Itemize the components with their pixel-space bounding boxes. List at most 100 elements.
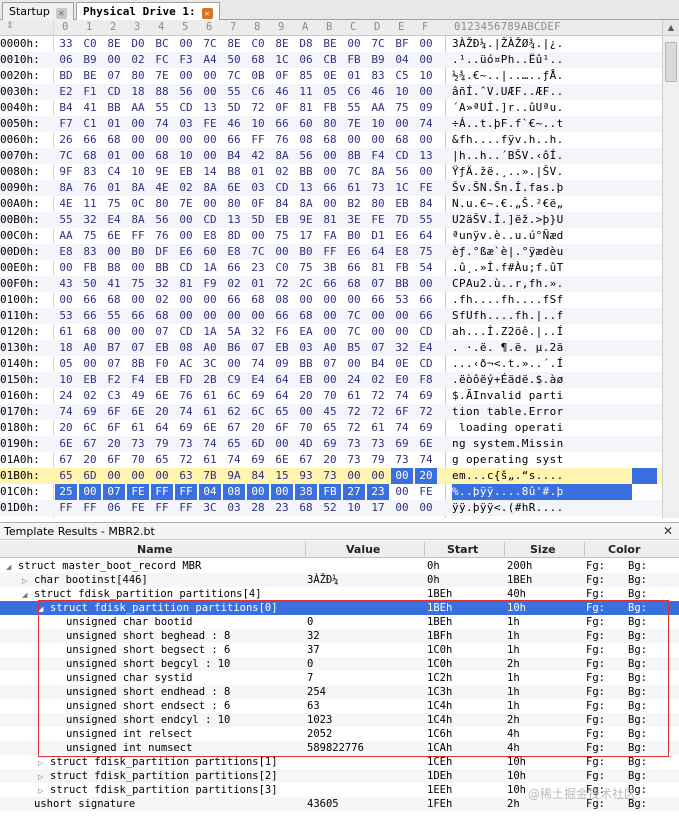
hex-byte[interactable]: 8A	[55, 180, 77, 196]
hex-byte[interactable]: 5D	[223, 100, 245, 116]
hex-byte[interactable]: 73	[127, 436, 149, 452]
hex-byte[interactable]: FA	[319, 228, 341, 244]
hex-byte[interactable]: 13	[223, 212, 245, 228]
hex-row[interactable]: 0170h: 74 69 6F 6E 20 74 61 62 6C 65 00 45 72 72 6F 72 ti…	[0, 404, 662, 420]
hex-byte[interactable]: 74	[55, 404, 77, 420]
hex-byte[interactable]: 3E	[343, 212, 365, 228]
hex-byte[interactable]: 2C	[295, 276, 317, 292]
hex-byte[interactable]: 20	[79, 452, 101, 468]
hex-byte[interactable]: C5	[391, 68, 413, 84]
hex-byte[interactable]: 04	[199, 484, 221, 500]
hex-byte[interactable]: 9F	[55, 164, 77, 180]
hex-byte[interactable]: 00	[127, 148, 149, 164]
hex-byte[interactable]: E4	[415, 340, 437, 356]
expand-icon[interactable]: ▷	[38, 770, 47, 784]
hex-byte[interactable]: BB	[103, 100, 125, 116]
hex-byte[interactable]: 6C	[247, 404, 269, 420]
hex-bytes[interactable]: AA 75 6E FF 76 00 E8 8D 00 75 17 FA B0 D1 E6 64	[55, 228, 440, 244]
hex-bytes[interactable]: 7C 68 01 00 68 10 00 B4 42 8A 56 00 8B F4 CD 13	[55, 148, 440, 164]
hex-byte[interactable]: 74	[415, 116, 437, 132]
hex-byte[interactable]: 65	[319, 420, 341, 436]
hex-byte[interactable]: 08	[295, 132, 317, 148]
hex-byte[interactable]: 6F	[391, 404, 413, 420]
hex-byte[interactable]: 73	[391, 452, 413, 468]
hex-byte[interactable]: 64	[271, 372, 293, 388]
hex-byte[interactable]: 54	[415, 260, 437, 276]
hex-byte[interactable]: 65	[151, 452, 173, 468]
hex-byte[interactable]: FF	[55, 500, 77, 516]
hex-bytes[interactable]: 05 00 07 8B F0 AC 3C 00 74 09 BB 07 00 B4 0E CD	[55, 356, 440, 372]
hex-byte[interactable]: 00	[391, 324, 413, 340]
hex-byte[interactable]: 33	[55, 36, 77, 52]
hex-bytes[interactable]: 33 C0 8E D0 BC 00 7C 8E C0 8E D8 BE 00 7C BF 00	[55, 36, 440, 52]
hex-byte[interactable]: 0B	[247, 68, 269, 84]
hex-byte[interactable]: E8	[391, 244, 413, 260]
hex-byte[interactable]: 03	[247, 180, 269, 196]
hex-byte[interactable]: 69	[319, 436, 341, 452]
hex-row[interactable]: 0070h: 7C 68 01 00 68 10 00 B4 42 8A 56 00 8B F4 CD 13 |h…	[0, 148, 662, 164]
template-row[interactable]: unsigned short endhead : 8 254 1C3h 1h Fg: Bg…	[0, 685, 679, 699]
template-row[interactable]: ◢ struct fdisk_partition partitions[0] 1BE…	[0, 601, 679, 615]
hex-byte[interactable]: 80	[127, 68, 149, 84]
hex-byte[interactable]: 10	[55, 372, 77, 388]
hex-byte[interactable]: 00	[319, 324, 341, 340]
hex-byte[interactable]: 9E	[151, 164, 173, 180]
hex-byte[interactable]: 6F	[103, 452, 125, 468]
expand-icon[interactable]: ▷	[38, 756, 47, 770]
hex-byte[interactable]: 1A	[199, 260, 221, 276]
hex-byte[interactable]: 00	[247, 308, 269, 324]
hex-byte[interactable]: CD	[175, 100, 197, 116]
hex-byte[interactable]: 00	[415, 36, 437, 52]
hex-byte[interactable]: 13	[295, 180, 317, 196]
hex-byte[interactable]: F6	[271, 324, 293, 340]
collapse-icon[interactable]: ◢	[22, 588, 31, 602]
hex-byte[interactable]: 8E	[271, 36, 293, 52]
hex-byte[interactable]: 6E	[415, 436, 437, 452]
hex-byte[interactable]: 00	[319, 372, 341, 388]
ascii-text[interactable]: Šv.ŠN.Šn.Í.fas.þ	[452, 180, 657, 196]
hex-byte[interactable]: 00	[415, 500, 437, 516]
hex-byte[interactable]: 49	[127, 388, 149, 404]
hex-row[interactable]: 00B0h: 55 32 E4 8A 56 00 CD 13 5D EB 9E 81 3E FE 7D 55 U2…	[0, 212, 662, 228]
column-start[interactable]: Start	[447, 543, 478, 556]
hex-byte[interactable]: 65	[55, 468, 77, 484]
expand-icon[interactable]: ▷	[38, 784, 47, 798]
hex-byte[interactable]: 00	[343, 356, 365, 372]
hex-bytes[interactable]: F7 C1 01 00 74 03 FE 46 10 66 60 80 7E 10 00 74	[55, 116, 440, 132]
hex-byte[interactable]: 68	[151, 308, 173, 324]
ascii-text[interactable]: SfUfh....fh.|..f	[452, 308, 657, 324]
hex-bytes[interactable]: 20 6C 6F 61 64 69 6E 67 20 6F 70 65 72 61 74 69	[55, 420, 440, 436]
column-size[interactable]: Size	[530, 543, 556, 556]
hex-byte[interactable]: 9E	[295, 212, 317, 228]
hex-byte[interactable]: 46	[223, 116, 245, 132]
hex-byte[interactable]: 00	[415, 164, 437, 180]
hex-byte[interactable]: 00	[247, 484, 269, 500]
hex-byte[interactable]: E6	[391, 228, 413, 244]
hex-byte[interactable]: F9	[199, 276, 221, 292]
hex-byte[interactable]: 00	[343, 36, 365, 52]
hex-byte[interactable]: 64	[367, 244, 389, 260]
hex-byte[interactable]: 72	[415, 404, 437, 420]
hex-byte[interactable]: 66	[367, 292, 389, 308]
hex-byte[interactable]: 00	[175, 132, 197, 148]
hex-byte[interactable]: 66	[415, 292, 437, 308]
hex-byte[interactable]: 61	[367, 420, 389, 436]
hex-byte[interactable]: 8A	[367, 164, 389, 180]
hex-byte[interactable]: E2	[55, 84, 77, 100]
hex-byte[interactable]: 13	[199, 100, 221, 116]
hex-byte[interactable]: FB	[319, 100, 341, 116]
hex-byte[interactable]: 09	[415, 100, 437, 116]
hex-byte[interactable]: 81	[175, 276, 197, 292]
hex-byte[interactable]: 81	[295, 100, 317, 116]
hex-row[interactable]: 0050h: F7 C1 01 00 74 03 FE 46 10 66 60 80 7E 10 00 74 ÷Á…	[0, 116, 662, 132]
hex-byte[interactable]: 64	[415, 228, 437, 244]
hex-byte[interactable]: 20	[295, 388, 317, 404]
hex-byte[interactable]: B2	[343, 196, 365, 212]
hex-byte[interactable]: E6	[343, 244, 365, 260]
hex-byte[interactable]: 55	[103, 308, 125, 324]
hex-editor[interactable]: ⇕ 0 1 2 3 4 5 6 7 8 9 A B C D E F 0123456789ABCDEF 0000h…	[0, 20, 679, 518]
hex-byte[interactable]: 75	[295, 260, 317, 276]
hex-byte[interactable]: 00	[415, 84, 437, 100]
hex-byte[interactable]: 7C	[343, 164, 365, 180]
hex-byte[interactable]: BE	[319, 36, 341, 52]
